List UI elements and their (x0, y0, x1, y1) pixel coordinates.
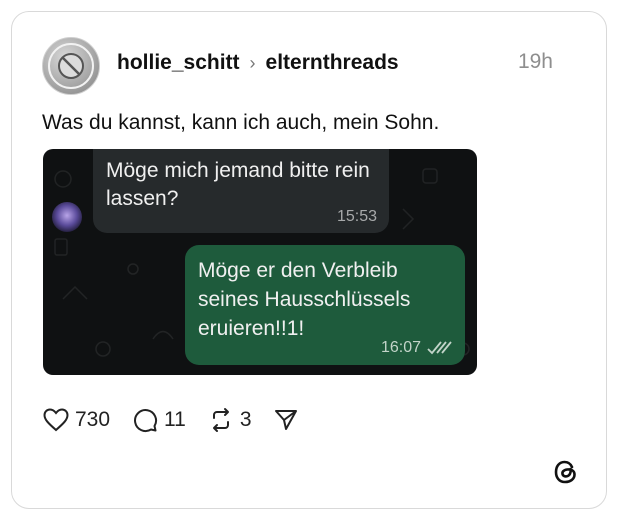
incoming-message-text: Möge mich jemand bitte rein lassen? (106, 159, 370, 210)
double-check-icon (427, 341, 452, 355)
outgoing-message-time: 16:07 (380, 339, 421, 356)
post-timestamp: 19h (517, 50, 553, 73)
post-card: hollie_schitt › elternthreads 19h Was du… (11, 11, 607, 509)
heart-icon (43, 408, 69, 432)
incoming-message-bubble: Möge mich jemand bitte rein lassen? 15:5… (93, 149, 389, 233)
post-caption: Was du kannst, kann ich auch, mein Sohn. (42, 111, 440, 134)
reply-count: 11 (164, 408, 186, 431)
like-count: 730 (75, 408, 111, 431)
username-link[interactable]: hollie_schitt (117, 51, 240, 75)
reply-button[interactable]: 11 (132, 407, 186, 433)
incoming-message-time: 15:53 (336, 208, 377, 225)
outgoing-message-text: Möge er den Verbleib seines Hausschlüsse… (198, 259, 411, 340)
post-actions-bar: 730 11 3 (43, 405, 320, 435)
send-icon (274, 410, 297, 430)
user-avatar[interactable] (42, 37, 100, 95)
share-button[interactable] (274, 408, 298, 432)
repost-button[interactable]: 3 (208, 407, 252, 433)
community-link[interactable]: elternthreads (266, 51, 399, 75)
outgoing-message-bubble: Möge er den Verbleib seines Hausschlüsse… (185, 245, 465, 365)
like-button[interactable]: 730 (43, 408, 110, 432)
comment-icon (134, 409, 158, 433)
repost-icon (212, 408, 229, 432)
avatar-badge-icon (48, 43, 94, 89)
chevron-right-icon: › (249, 52, 256, 73)
chat-screenshot-image[interactable]: Möge mich jemand bitte rein lassen? 15:5… (43, 149, 477, 375)
threads-logo-icon[interactable] (552, 458, 580, 486)
outgoing-message-meta: 16:07 (381, 339, 453, 357)
repost-count: 3 (239, 408, 252, 431)
post-header: hollie_schitt › elternthreads (117, 48, 399, 78)
sender-avatar (52, 202, 82, 232)
